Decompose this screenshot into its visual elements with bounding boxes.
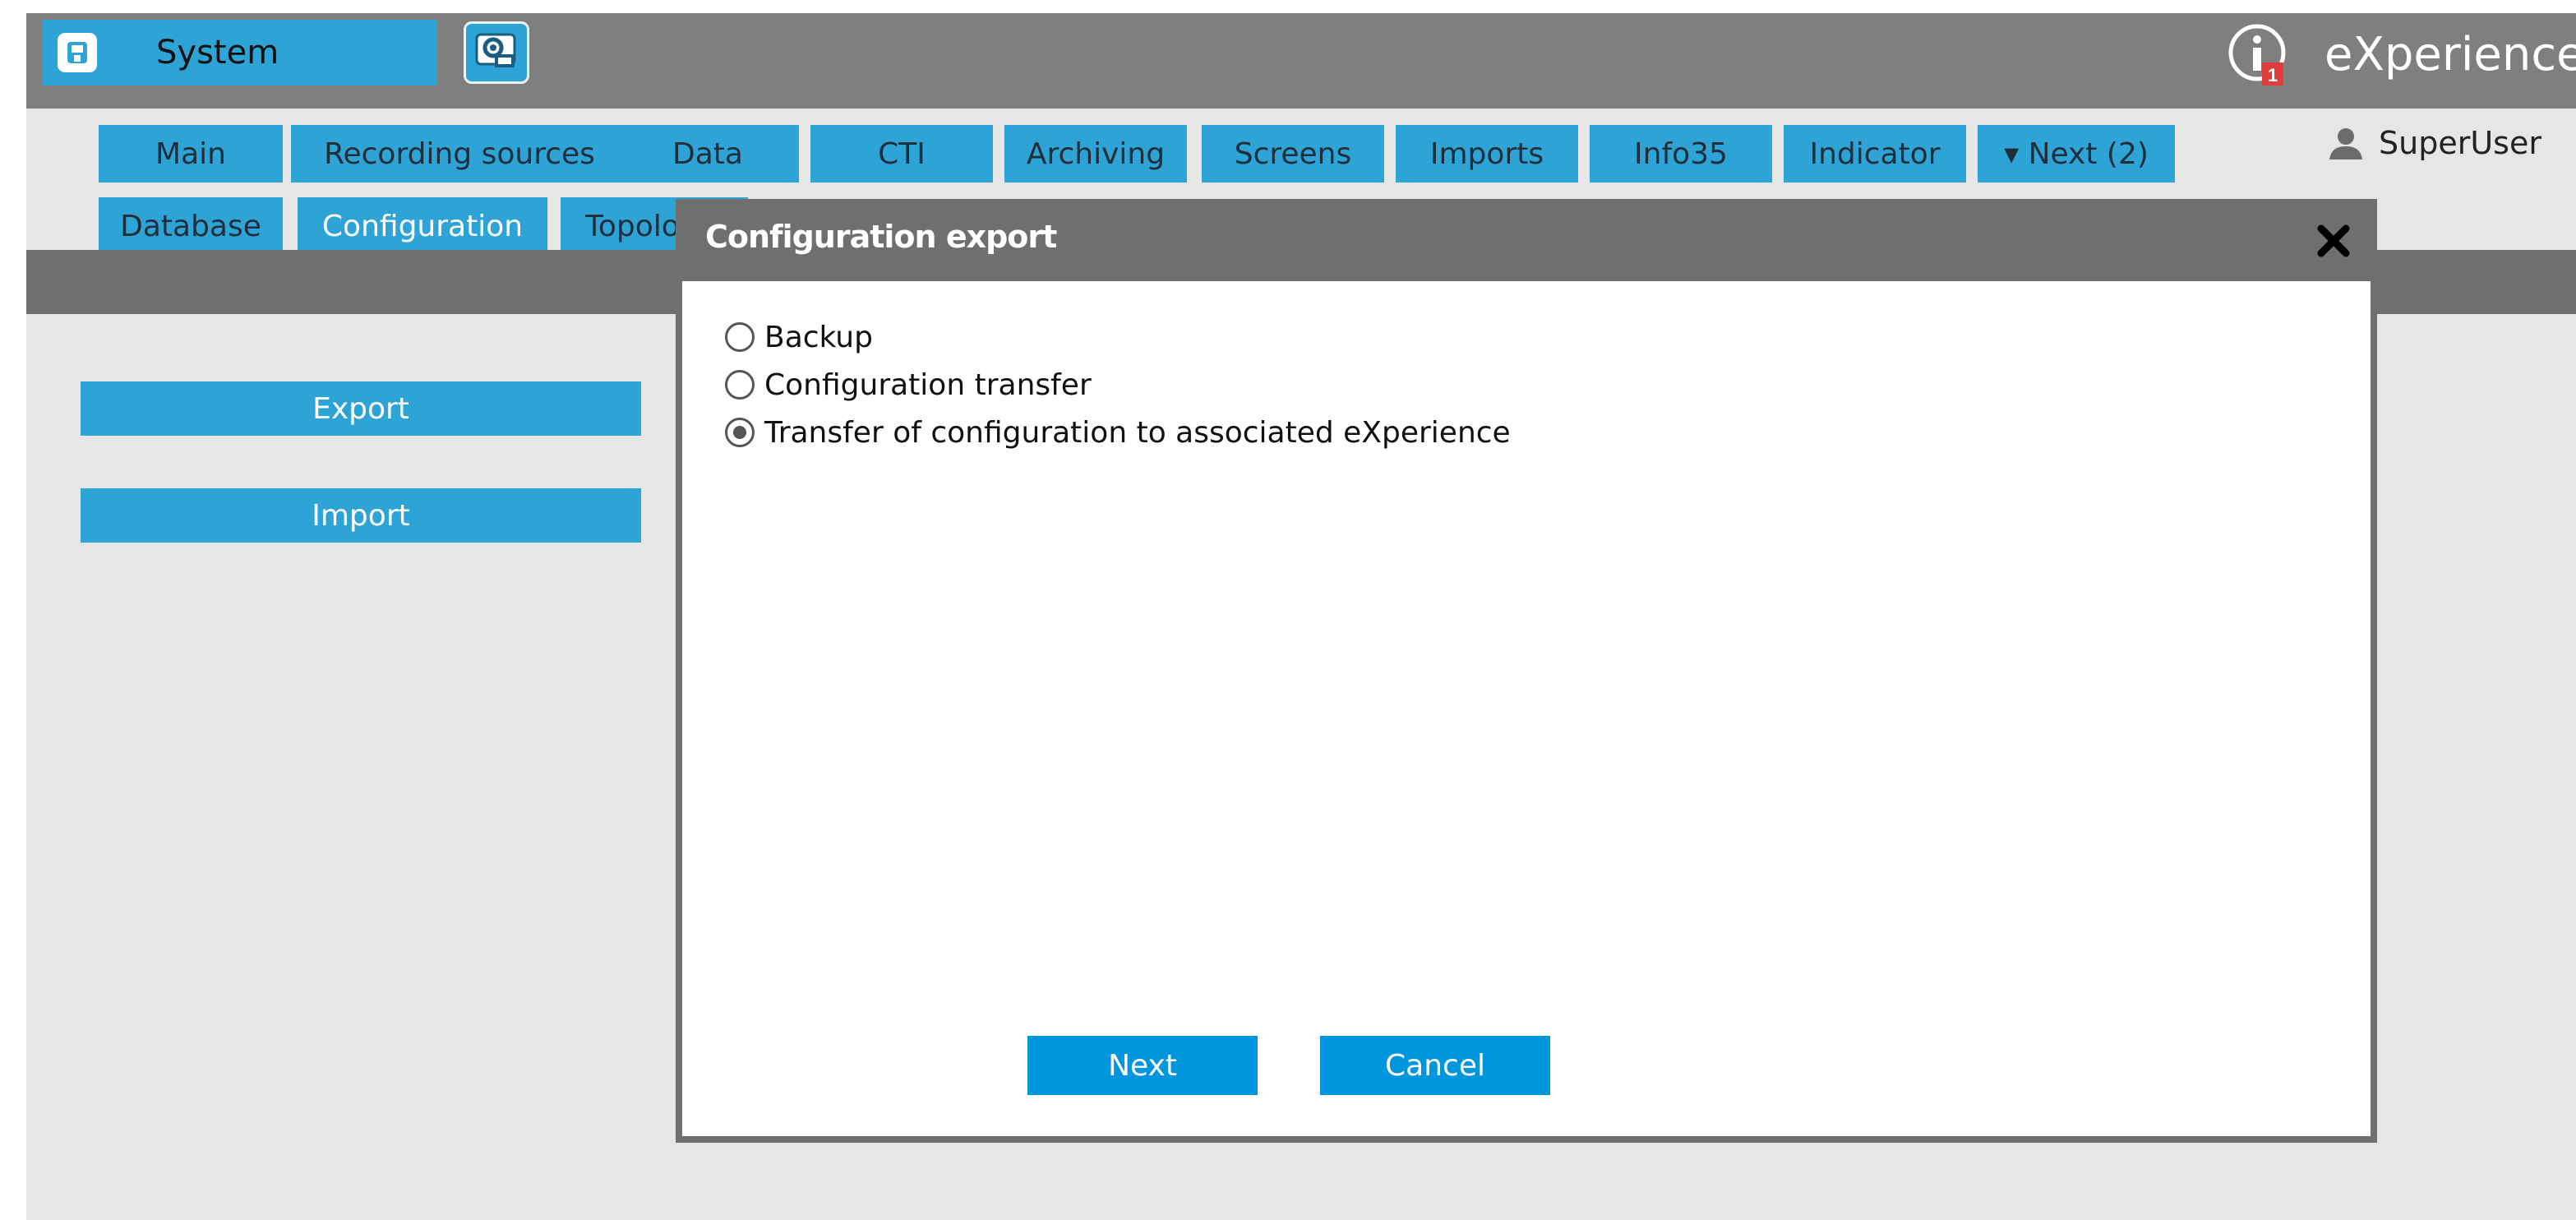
close-icon [2317, 224, 2350, 257]
close-button[interactable] [2313, 220, 2354, 261]
option-backup[interactable]: Backup [725, 314, 873, 360]
dialog-body: Backup Configuration transfer Transfer o… [682, 281, 2371, 1136]
radio-configuration-transfer[interactable] [725, 370, 755, 400]
user-name: SuperUser [2379, 125, 2541, 161]
dialog-title: Configuration export [705, 219, 1057, 255]
monitor-gear-icon [475, 33, 516, 67]
tab-indicator[interactable]: Indicator [1784, 125, 1966, 183]
top-bar: System 1 eXperience [26, 13, 2576, 109]
export-button[interactable]: Export [81, 381, 641, 436]
tab-recording-sources[interactable]: Recording sources [291, 125, 628, 183]
cancel-button[interactable]: Cancel [1320, 1036, 1550, 1095]
tab-archiving[interactable]: Archiving [1004, 125, 1187, 183]
module-label: System [156, 34, 279, 72]
tab-cti[interactable]: CTI [810, 125, 993, 183]
subtab-database[interactable]: Database [99, 197, 283, 255]
radio-backup[interactable] [725, 322, 755, 352]
option-backup-label: Backup [764, 320, 873, 354]
tab-imports[interactable]: Imports [1396, 125, 1578, 183]
brand-name: eXperience [2324, 28, 2576, 81]
tab-next-more[interactable]: ▾ Next (2) [1978, 125, 2175, 183]
system-icon [58, 33, 97, 72]
monitor-settings-button[interactable] [464, 21, 529, 84]
subtab-configuration[interactable]: Configuration [298, 197, 547, 255]
dialog-header: Configuration export [676, 199, 2377, 281]
option-configuration-transfer-label: Configuration transfer [764, 367, 1092, 402]
module-system-button[interactable]: System [43, 20, 437, 85]
import-button[interactable]: Import [81, 488, 641, 543]
next-button[interactable]: Next [1027, 1036, 1258, 1095]
user-menu[interactable]: SuperUser [2328, 110, 2541, 176]
user-icon [2329, 128, 2362, 159]
tab-info35[interactable]: Info35 [1590, 125, 1772, 183]
radio-transfer-associated[interactable] [725, 418, 755, 447]
tab-data[interactable]: Data [616, 125, 799, 183]
main-tabs: Main Recording sources Data CTI Archivin… [26, 110, 2576, 184]
app-window: System 1 eXperience Main Recording sourc… [26, 13, 2576, 1220]
option-transfer-associated[interactable]: Transfer of configuration to associated … [725, 409, 1511, 455]
option-transfer-associated-label: Transfer of configuration to associated … [764, 415, 1511, 450]
info-icon[interactable]: 1 [2227, 23, 2292, 87]
configuration-export-dialog: Configuration export Backup Configuratio… [676, 199, 2377, 1143]
notification-count: 1 [2268, 65, 2278, 85]
tab-main[interactable]: Main [99, 125, 283, 183]
tab-screens[interactable]: Screens [1202, 125, 1384, 183]
option-configuration-transfer[interactable]: Configuration transfer [725, 362, 1092, 408]
